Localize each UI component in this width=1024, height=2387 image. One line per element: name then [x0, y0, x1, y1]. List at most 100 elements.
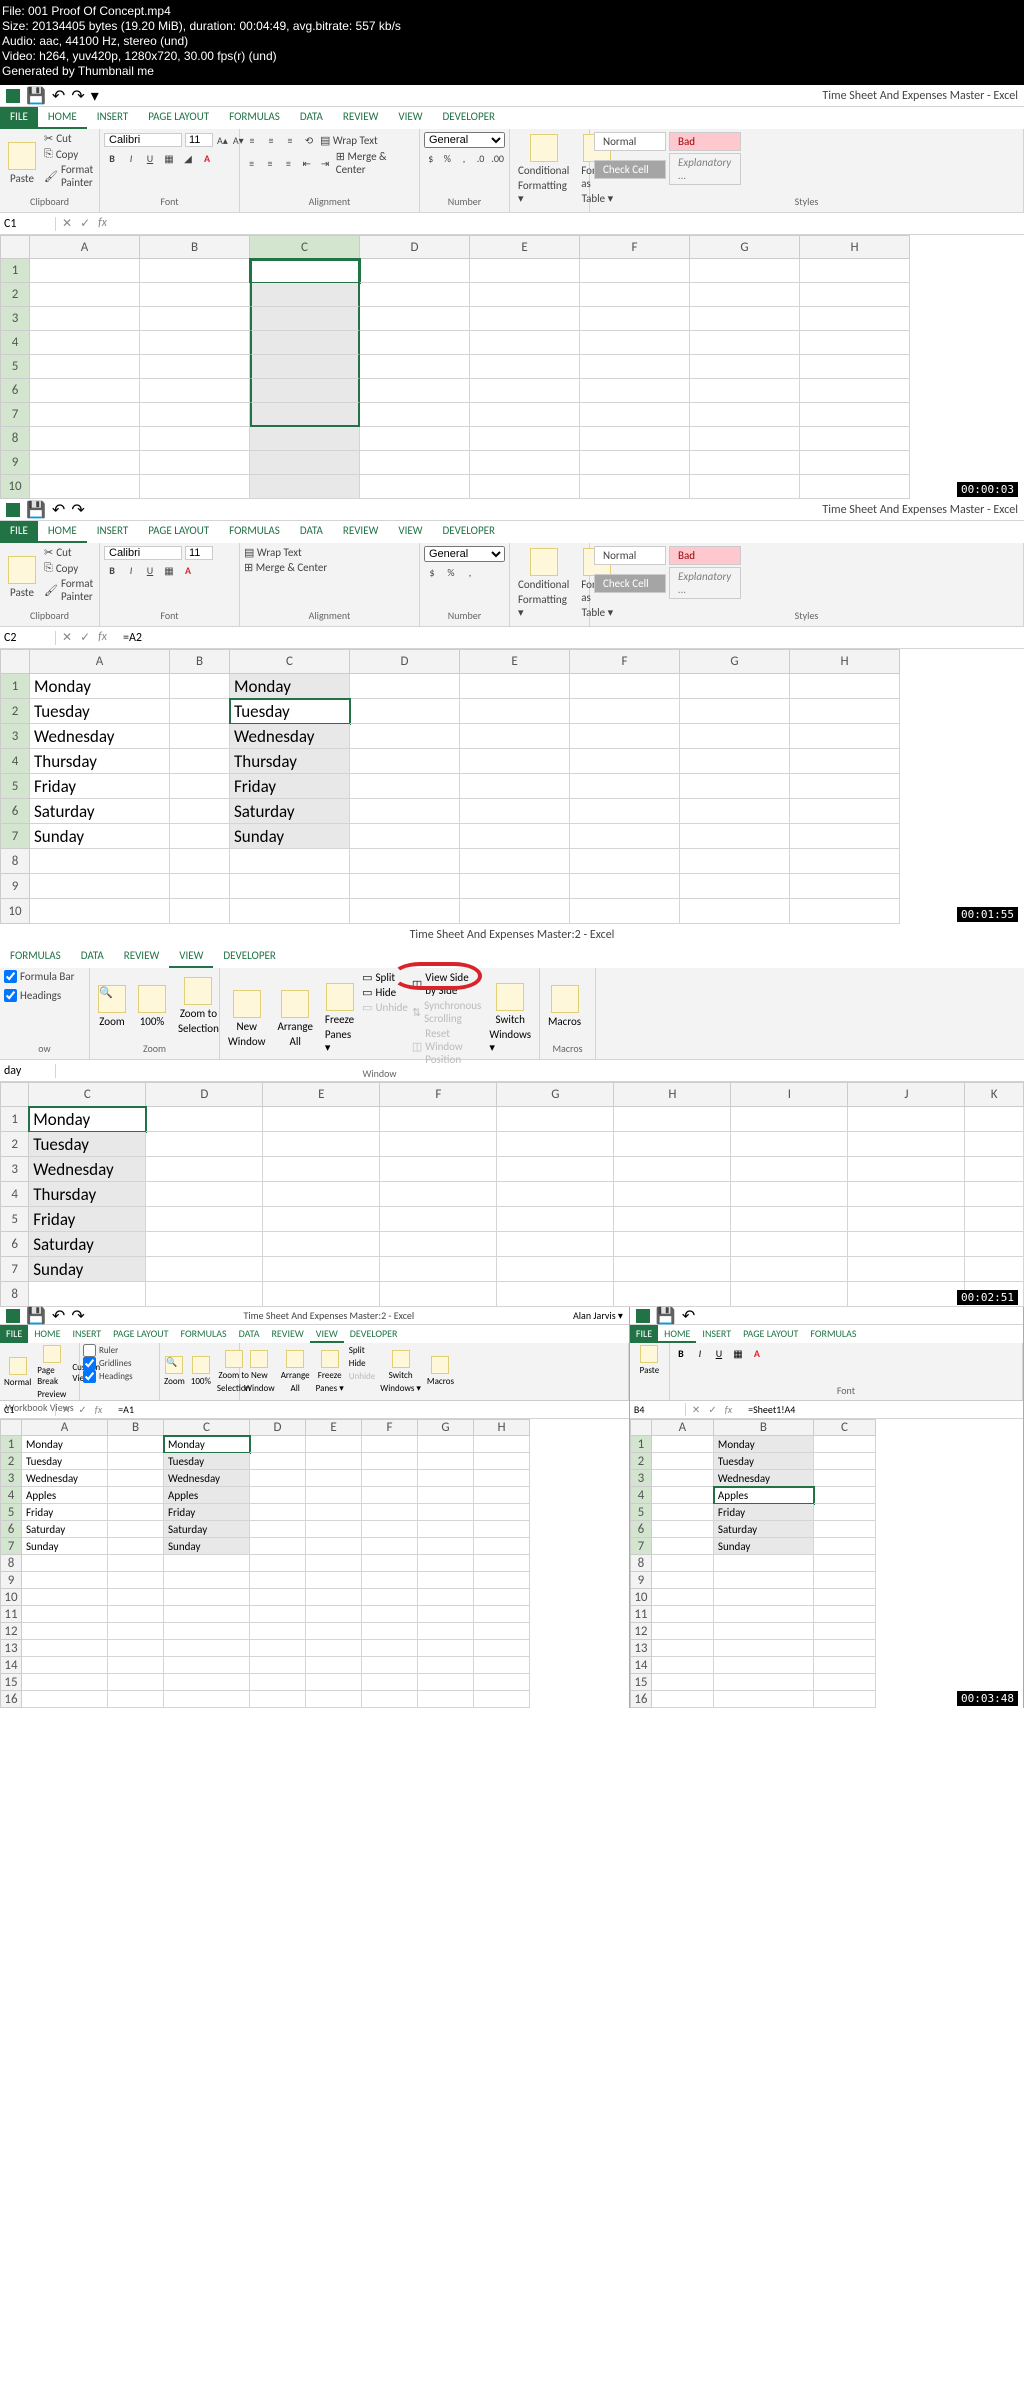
cell[interactable] — [418, 1436, 474, 1453]
cell[interactable]: Friday — [22, 1504, 108, 1521]
cell[interactable] — [230, 899, 350, 924]
tab-home[interactable]: HOME — [38, 107, 87, 129]
cell[interactable] — [362, 1521, 418, 1538]
align-right-icon[interactable]: ≡ — [281, 155, 296, 171]
cell[interactable] — [680, 749, 790, 774]
cell[interactable] — [614, 1257, 731, 1282]
cell[interactable]: Wednesday — [30, 724, 170, 749]
col-header-A[interactable]: A — [652, 1419, 714, 1436]
cell[interactable]: Tuesday — [714, 1453, 814, 1470]
col-header-D[interactable]: D — [360, 235, 470, 259]
col-header-H[interactable]: H — [800, 235, 910, 259]
underline-button[interactable]: U — [142, 562, 158, 578]
row-header-15[interactable]: 15 — [630, 1674, 652, 1691]
cell[interactable] — [140, 403, 250, 427]
cell[interactable] — [350, 799, 460, 824]
cell[interactable]: Monday — [230, 674, 350, 699]
cell[interactable] — [306, 1606, 362, 1623]
row-header-16[interactable]: 16 — [0, 1691, 22, 1708]
cell[interactable] — [690, 451, 800, 475]
cell[interactable] — [360, 475, 470, 499]
col-header-B[interactable]: B — [170, 649, 230, 674]
fill-color-button[interactable]: ◢ — [180, 150, 196, 166]
cell[interactable] — [170, 724, 230, 749]
cell[interactable] — [170, 699, 230, 724]
cell[interactable] — [690, 331, 800, 355]
cell[interactable] — [164, 1640, 250, 1657]
col-header-H[interactable]: H — [790, 649, 900, 674]
cell[interactable] — [360, 427, 470, 451]
cell[interactable] — [614, 1182, 731, 1207]
italic-button[interactable]: I — [123, 150, 139, 166]
cell[interactable] — [470, 379, 580, 403]
style-explanatory[interactable]: Explanatory ... — [669, 153, 741, 185]
indent-dec-icon[interactable]: ⇤ — [299, 155, 314, 171]
cell[interactable] — [497, 1257, 614, 1282]
cell[interactable] — [146, 1132, 263, 1157]
col-header-B[interactable]: B — [108, 1419, 164, 1436]
font-color-button[interactable]: A — [749, 1345, 765, 1361]
font-color-button[interactable]: A — [180, 562, 196, 578]
cell[interactable] — [848, 1257, 965, 1282]
tab-formulas[interactable]: FORMULAS — [219, 107, 290, 129]
cell[interactable] — [460, 774, 570, 799]
tab-page-layout[interactable]: PAGE LAYOUT — [737, 1325, 804, 1343]
row-header-2[interactable]: 2 — [0, 283, 30, 307]
cut-button[interactable]: ✂ Cut — [44, 545, 95, 560]
bold-button[interactable]: B — [104, 562, 120, 578]
cell[interactable] — [460, 874, 570, 899]
cell[interactable] — [460, 899, 570, 924]
align-middle-icon[interactable]: ≡ — [263, 132, 279, 148]
orientation-icon[interactable]: ⟲ — [301, 132, 317, 148]
cell[interactable] — [263, 1257, 380, 1282]
cell[interactable]: Saturday — [164, 1521, 250, 1538]
cell[interactable] — [170, 674, 230, 699]
cell[interactable] — [362, 1504, 418, 1521]
worksheet-4-left[interactable]: ABCDEFGH1MondayMonday2TuesdayTuesday3Wed… — [0, 1419, 629, 1708]
tab-view[interactable]: VIEW — [310, 1325, 344, 1343]
name-box[interactable]: C1 — [0, 1403, 56, 1416]
row-header-12[interactable]: 12 — [630, 1623, 652, 1640]
cell[interactable] — [362, 1657, 418, 1674]
cell[interactable]: Sunday — [22, 1538, 108, 1555]
cell[interactable] — [250, 1623, 306, 1640]
cell[interactable] — [140, 379, 250, 403]
cell[interactable] — [362, 1436, 418, 1453]
tab-insert[interactable]: INSERT — [87, 107, 139, 129]
cell[interactable]: Wednesday — [29, 1157, 146, 1182]
tab-insert[interactable]: INSERT — [67, 1325, 108, 1343]
tab-formulas[interactable]: FORMULAS — [219, 521, 290, 543]
tab-home[interactable]: HOME — [658, 1325, 696, 1343]
cell[interactable]: Apples — [164, 1487, 250, 1504]
cell[interactable] — [30, 307, 140, 331]
row-header-5[interactable]: 5 — [0, 1207, 29, 1232]
row-header-3[interactable]: 3 — [0, 724, 30, 749]
cell[interactable] — [418, 1674, 474, 1691]
cell[interactable] — [350, 674, 460, 699]
cell[interactable] — [814, 1538, 876, 1555]
cell[interactable]: Apples — [22, 1487, 108, 1504]
cell[interactable] — [306, 1623, 362, 1640]
cell[interactable] — [418, 1589, 474, 1606]
formula-input[interactable]: =A1 — [114, 1403, 138, 1416]
cell[interactable] — [380, 1182, 497, 1207]
undo-icon[interactable]: ↶ — [682, 1306, 695, 1326]
cell[interactable] — [680, 699, 790, 724]
cell[interactable]: Sunday — [164, 1538, 250, 1555]
cell[interactable] — [965, 1132, 1024, 1157]
cell[interactable] — [652, 1623, 714, 1640]
tab-data[interactable]: DATA — [71, 946, 114, 968]
cell[interactable] — [230, 874, 350, 899]
col-header-B[interactable]: B — [714, 1419, 814, 1436]
cell[interactable] — [652, 1640, 714, 1657]
cell[interactable] — [790, 724, 900, 749]
cell[interactable] — [418, 1521, 474, 1538]
cell[interactable] — [470, 331, 580, 355]
row-header-1[interactable]: 1 — [0, 259, 30, 283]
cell[interactable] — [965, 1182, 1024, 1207]
cell[interactable] — [108, 1521, 164, 1538]
headings-checkbox[interactable]: Headings — [83, 1370, 156, 1383]
cell[interactable] — [250, 1555, 306, 1572]
cell[interactable] — [814, 1436, 876, 1453]
cell[interactable] — [362, 1487, 418, 1504]
